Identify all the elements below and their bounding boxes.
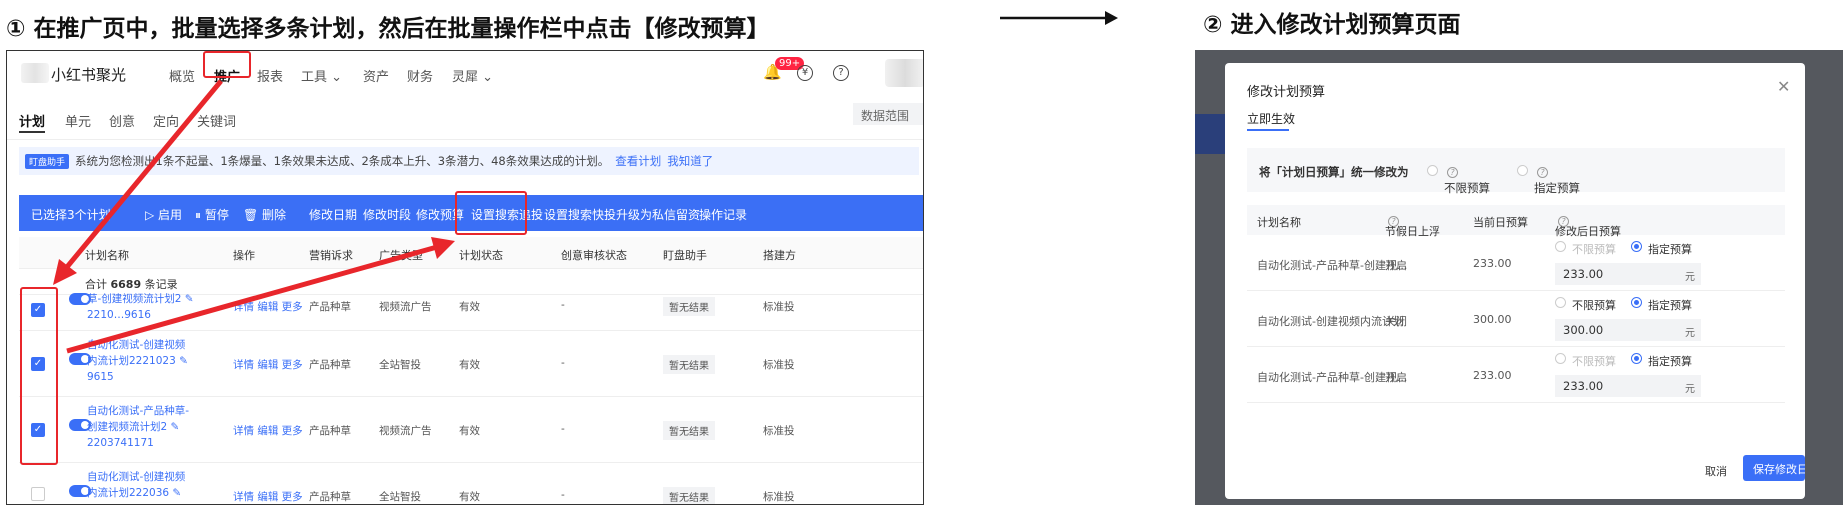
question-icon: ? [1447,167,1458,178]
holiday-value: 开启 [1385,371,1407,384]
unit-label: 元 [1685,384,1695,395]
unify-specified-radio[interactable]: 指定预算? [1517,164,1580,195]
tab-immediate[interactable]: 立即生效 [1247,110,1295,127]
modal-table-row: 自动化测试-创建视频内流计划 关闭 300.00 不限预算 指定预算 300.0… [1247,291,1785,347]
budget-modal-screenshot: 修改计划预算 ✕ 立即生效 将「计划日预算」统一修改为 不限预算? 指定预算? … [1195,50,1843,505]
unlimited-radio[interactable]: 不限预算 [1555,297,1616,312]
flow-arrow-icon [1000,11,1118,25]
new-budget-input[interactable]: 233.00 元 [1555,263,1701,285]
unit-label: 元 [1685,328,1695,339]
specified-radio[interactable]: 指定预算 [1631,241,1692,256]
unit-label: 元 [1685,272,1695,283]
radio-icon [1517,165,1528,176]
radio-icon [1555,353,1566,364]
col-holiday: 节假日上浮? [1385,216,1440,238]
col-current-budget: 当前日预算 [1473,216,1528,229]
close-icon[interactable]: ✕ [1777,77,1790,96]
annotation-arrows-icon [53,79,455,354]
current-budget: 233.00 [1473,257,1512,270]
plan-name: 自动化测试-创建视频内流计划 [1257,315,1404,328]
current-budget: 233.00 [1473,369,1512,382]
modal-table-header: 计划名称 节假日上浮? 当前日预算 修改后日预算? [1247,205,1785,238]
new-budget-input[interactable]: 233.00 元 [1555,375,1701,397]
question-icon: ? [1537,167,1548,178]
unify-budget-row: 将「计划日预算」统一修改为 不限预算? 指定预算? [1247,148,1785,195]
current-budget: 300.00 [1473,313,1512,326]
step1-title: ① 在推广页中，批量选择多条计划，然后在批量操作栏中点击【修改预算】 [6,16,770,42]
new-budget-input[interactable]: 300.00 元 [1555,319,1701,341]
specified-radio[interactable]: 指定预算 [1631,297,1692,312]
unify-unlimited-radio[interactable]: 不限预算? [1427,164,1490,195]
save-button[interactable]: 保存修改日 [1743,455,1805,481]
radio-checked-icon [1631,353,1642,364]
unify-label: 将「计划日预算」统一修改为 [1259,165,1409,179]
holiday-value: 开启 [1385,259,1407,272]
holiday-value: 关闭 [1385,315,1407,328]
active-tab-underline [1247,129,1289,131]
radio-icon [1555,241,1566,252]
modal-table-row: 自动化测试-产品种草-创建视... 开启 233.00 不限预算 指定预算 23… [1247,347,1785,403]
radio-icon [1555,297,1566,308]
backdrop-element [1195,114,1225,154]
modal-table-row: 自动化测试-产品种草-创建视... 开启 233.00 不限预算 指定预算 23… [1247,235,1785,291]
radio-checked-icon [1631,241,1642,252]
radio-icon [1427,165,1438,176]
col-new-budget: 修改后日预算? [1555,216,1621,238]
step2-title: ② 进入修改计划预算页面 [1203,12,1461,38]
radio-checked-icon [1631,297,1642,308]
col-plan-name: 计划名称 [1257,216,1301,229]
cancel-button[interactable]: 取消 [1705,463,1727,479]
edit-budget-modal: 修改计划预算 ✕ 立即生效 将「计划日预算」统一修改为 不限预算? 指定预算? … [1225,63,1805,499]
unlimited-radio[interactable]: 不限预算 [1555,353,1616,368]
modal-title: 修改计划预算 [1247,85,1326,100]
promotion-page-screenshot: 小红书聚光 概览 推广 报表 工具 ⌄ 资产 财务 灵犀 ⌄ 🔔 99+ ¥ ?… [6,50,924,505]
unlimited-radio[interactable]: 不限预算 [1555,241,1616,256]
specified-radio[interactable]: 指定预算 [1631,353,1692,368]
